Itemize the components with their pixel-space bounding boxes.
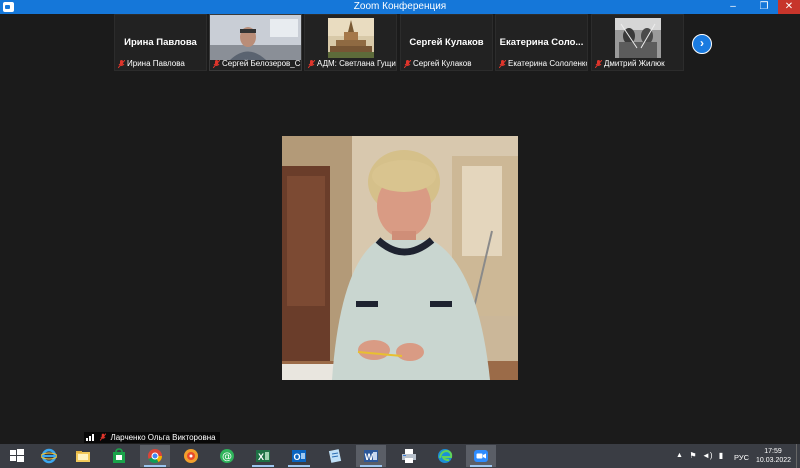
flag-icon[interactable]: ⚑ — [688, 451, 698, 461]
folder-icon — [76, 451, 90, 462]
window-title: Zoom Конференция — [353, 1, 447, 12]
store-icon — [113, 448, 125, 463]
active-speaker-label: Ларченко Ольга Викторовна — [84, 432, 220, 443]
taskbar-excel[interactable]: X — [248, 445, 278, 467]
edge-icon — [438, 449, 453, 463]
gallery-next-button[interactable]: › — [692, 34, 712, 54]
taskbar-zoom[interactable] — [466, 445, 496, 467]
yandex-browser-icon — [184, 449, 198, 463]
volume-icon[interactable]: ◄) — [702, 451, 713, 461]
maximize-button[interactable]: ❐ — [753, 0, 775, 14]
minimize-button[interactable]: – — [722, 0, 744, 14]
notepad-icon — [328, 449, 342, 463]
printer-icon — [402, 449, 416, 463]
start-button[interactable] — [2, 445, 32, 467]
chrome-icon — [148, 449, 162, 464]
word-icon: W — [364, 450, 378, 462]
participant-tile[interactable]: Екатерина Соло... Екатерина Сололенко — [495, 14, 588, 71]
signal-strength-icon — [86, 434, 94, 441]
participant-label: Ирина Павлова — [127, 59, 185, 68]
taskbar-outlook[interactable]: O — [284, 445, 314, 467]
title-bar: Zoom Конференция – ❐ ✕ — [0, 0, 800, 14]
svg-text:X: X — [258, 452, 264, 462]
excel-icon: X — [256, 450, 270, 462]
taskbar-file-explorer[interactable] — [68, 445, 98, 467]
participant-display-name: Екатерина Соло... — [499, 37, 584, 48]
participant-label: Дмитрий Жилюк — [604, 59, 665, 68]
svg-text:W: W — [365, 452, 374, 462]
mail-at-icon: @ — [220, 449, 234, 463]
taskbar-chrome[interactable] — [140, 445, 170, 467]
taskbar-mail[interactable]: @ — [212, 445, 242, 467]
participant-label: Екатерина Сололенко — [508, 59, 587, 68]
participant-display-name: Ирина Павлова — [124, 37, 197, 48]
participant-display-name: Сергей Кулаков — [409, 37, 484, 48]
taskbar-word[interactable]: W — [356, 445, 386, 467]
participant-label: АДМ: Светлана Гущина — [317, 59, 396, 68]
clock-date: 10.03.2022 — [756, 457, 792, 464]
outlook-icon: O — [292, 450, 306, 462]
participant-tile[interactable]: АДМ: Светлана Гущина — [304, 14, 397, 71]
taskbar-printer[interactable] — [394, 445, 424, 467]
zoom-window: Zoom Конференция – ❐ ✕ Ирина Павлова Ири… — [0, 0, 800, 468]
internet-explorer-icon — [41, 448, 57, 464]
taskbar-edge[interactable] — [430, 445, 460, 467]
participant-tile[interactable]: Дмитрий Жилюк — [591, 14, 684, 71]
taskbar-internet-explorer[interactable] — [34, 445, 64, 467]
close-button[interactable]: ✕ — [778, 0, 800, 14]
windows-start-icon — [10, 449, 24, 462]
participant-photo — [614, 18, 661, 58]
participant-label: Сергей Кулаков — [413, 59, 472, 68]
tray-expand-icon[interactable]: ▲ — [676, 452, 683, 459]
taskbar-clock[interactable]: 17:59 10.03.2022 — [756, 447, 792, 465]
active-speaker-name: Ларченко Ольга Викторовна — [110, 433, 216, 442]
zoom-icon — [474, 450, 488, 462]
participant-tile[interactable]: Сергей Белозеров_Санкт-Петербург — [209, 14, 302, 71]
participant-tile[interactable]: Сергей Кулаков Сергей Кулаков — [400, 14, 493, 71]
clock-time: 17:59 — [764, 448, 782, 455]
taskbar-store[interactable] — [104, 445, 134, 467]
participant-tile[interactable]: Ирина Павлова Ирина Павлова — [114, 14, 207, 71]
svg-text:@: @ — [222, 452, 232, 463]
taskbar-notepad[interactable] — [320, 445, 350, 467]
active-speaker-video — [282, 136, 518, 380]
show-desktop-button[interactable] — [796, 444, 800, 468]
participant-gallery: Ирина Павлова Ирина Павлова Сергей Белоз… — [114, 14, 686, 72]
taskbar-yandex-browser[interactable] — [176, 445, 206, 467]
university-building-image — [327, 18, 374, 58]
muted-mic-icon — [100, 433, 107, 441]
network-icon[interactable]: ▮ — [716, 451, 726, 461]
participant-label: Сергей Белозеров_Санкт-Петербург — [222, 59, 301, 68]
participant-video-image — [210, 15, 301, 60]
svg-text:O: O — [293, 452, 300, 462]
language-indicator[interactable]: РУС — [734, 453, 749, 462]
